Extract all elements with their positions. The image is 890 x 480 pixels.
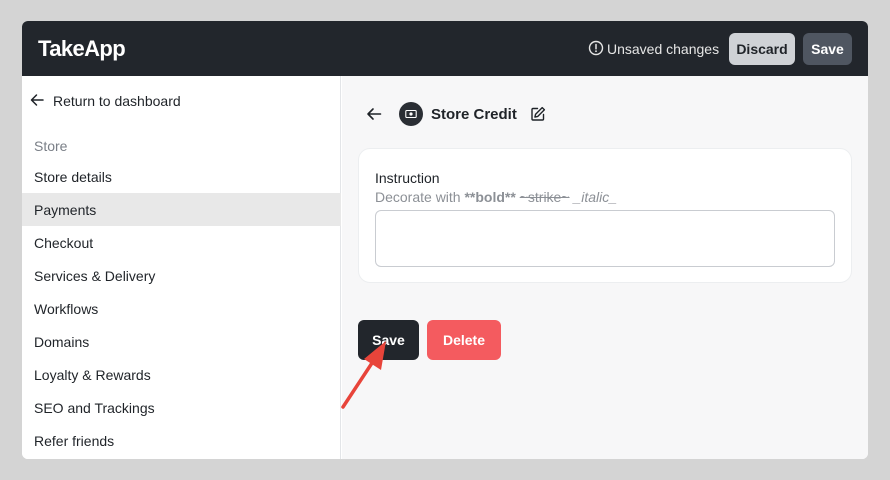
- return-to-dashboard-link[interactable]: Return to dashboard: [30, 90, 181, 112]
- payment-method-icon: [399, 102, 423, 126]
- page-header: Store Credit: [366, 101, 546, 127]
- hint-strike: ~strike~: [519, 189, 570, 205]
- unsaved-changes-text: Unsaved changes: [607, 41, 720, 57]
- page-title: Store Credit: [431, 105, 517, 123]
- discard-button[interactable]: Discard: [729, 33, 795, 65]
- sidebar-nav: Store details Payments Checkout Services…: [22, 160, 341, 457]
- return-to-dashboard-label: Return to dashboard: [53, 93, 181, 109]
- arrow-left-icon: [30, 93, 44, 110]
- delete-button[interactable]: Delete: [427, 320, 501, 360]
- sidebar-section-store: Store: [34, 138, 68, 154]
- alert-circle-icon: [588, 40, 604, 59]
- sidebar-item-payments[interactable]: Payments: [22, 193, 341, 226]
- sidebar-item-store-details[interactable]: Store details: [22, 160, 341, 193]
- settings-sidebar: Return to dashboard Store Store details …: [22, 76, 341, 459]
- back-arrow-icon[interactable]: [366, 106, 382, 122]
- sidebar-item-checkout[interactable]: Checkout: [22, 226, 341, 259]
- sidebar-item-seo-trackings[interactable]: SEO and Trackings: [22, 391, 341, 424]
- main-content: Store Credit Instruction Decorate with *…: [342, 76, 868, 459]
- instruction-card: Instruction Decorate with **bold** ~stri…: [358, 148, 852, 283]
- brand-logo: TakeApp: [38, 36, 126, 61]
- sidebar-item-refer-friends[interactable]: Refer friends: [22, 424, 341, 457]
- top-bar: TakeApp Unsaved changes Discard Save: [22, 21, 868, 76]
- hint-bold: **bold**: [464, 189, 516, 205]
- instruction-label: Instruction: [375, 170, 440, 186]
- hint-prefix: Decorate with: [375, 189, 465, 205]
- sidebar-item-domains[interactable]: Domains: [22, 325, 341, 358]
- edit-icon[interactable]: [530, 106, 546, 122]
- hint-italic: _italic_: [573, 189, 618, 205]
- sidebar-item-services-delivery[interactable]: Services & Delivery: [22, 259, 341, 292]
- save-button[interactable]: Save: [358, 320, 419, 360]
- sidebar-item-workflows[interactable]: Workflows: [22, 292, 341, 325]
- header-save-button[interactable]: Save: [803, 33, 852, 65]
- sidebar-item-loyalty-rewards[interactable]: Loyalty & Rewards: [22, 358, 341, 391]
- instruction-textarea[interactable]: [375, 210, 835, 267]
- app-window: TakeApp Unsaved changes Discard Save Ret…: [22, 21, 868, 459]
- unsaved-changes-indicator: Unsaved changes: [588, 39, 719, 59]
- formatting-hint: Decorate with **bold** ~strike~ _italic_: [375, 189, 617, 205]
